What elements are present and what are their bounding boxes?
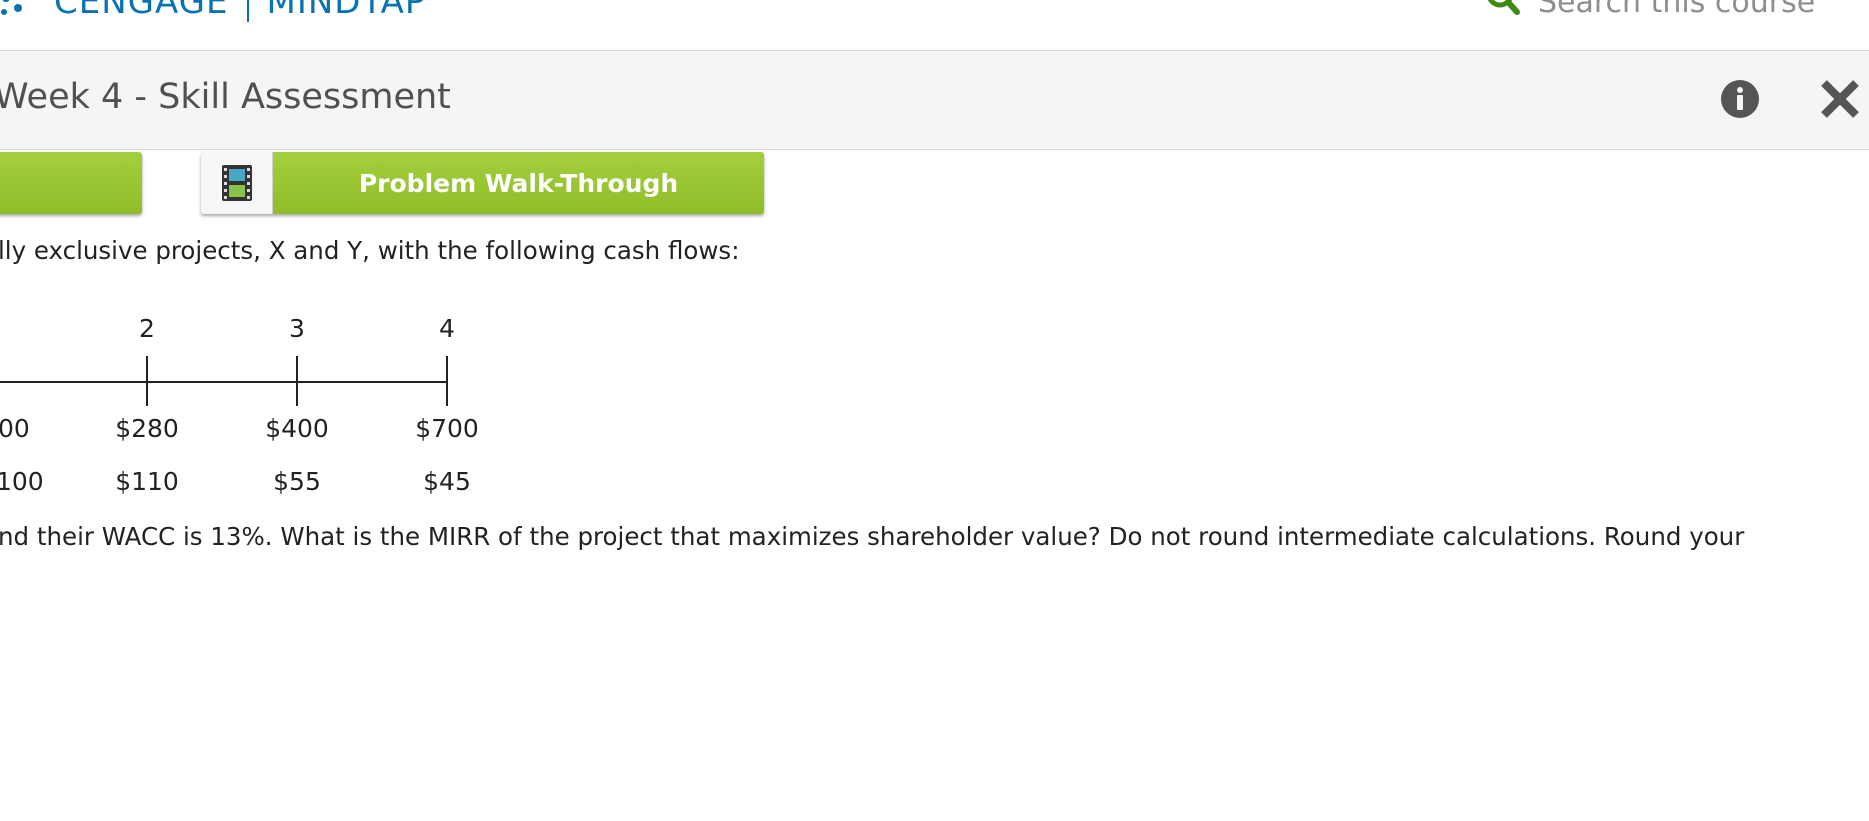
brand-divider xyxy=(246,0,249,22)
timeline-axis xyxy=(0,381,447,383)
project-x-cash-flow: $400 xyxy=(265,414,329,443)
timeline-tick xyxy=(296,356,298,406)
info-icon[interactable] xyxy=(1720,79,1760,119)
project-y-cash-flow: $55 xyxy=(273,467,321,496)
left-action-button[interactable] xyxy=(0,152,142,214)
page-title: Week 4 - Skill Assessment xyxy=(0,77,451,117)
project-y-cash-flow: 100 xyxy=(0,467,44,496)
period-label: 3 xyxy=(289,314,305,343)
project-x-cash-flow: $280 xyxy=(115,414,179,443)
top-header: CENGAGE MINDTAP xyxy=(0,0,1869,51)
cash-flow-timeline: 2 3 4 00 $280 $400 $700 100 $110 $55 $45 xyxy=(0,310,520,500)
brand[interactable]: CENGAGE MINDTAP xyxy=(0,0,426,22)
project-y-cash-flow: $110 xyxy=(115,467,179,496)
question-intro: lly exclusive projects, X and Y, with th… xyxy=(0,236,740,265)
project-x-cash-flow: 00 xyxy=(0,414,30,443)
walkthrough-label: Problem Walk-Through xyxy=(358,168,679,198)
project-x-cash-flow: $700 xyxy=(415,414,479,443)
page: CENGAGE MINDTAP Week 4 - Skill Assessmen… xyxy=(0,0,1869,821)
brand-name: CENGAGE xyxy=(54,0,229,22)
problem-walk-through-button[interactable]: Problem Walk-Through xyxy=(201,152,764,214)
search-input[interactable] xyxy=(1538,0,1868,22)
close-icon[interactable] xyxy=(1820,79,1860,119)
period-label: 4 xyxy=(439,314,455,343)
timeline-tick xyxy=(146,356,148,406)
timeline-tick xyxy=(446,356,448,406)
film-icon xyxy=(201,152,273,214)
title-bar: Week 4 - Skill Assessment xyxy=(0,51,1869,150)
period-label: 2 xyxy=(139,314,155,343)
cengage-logo-icon xyxy=(0,0,34,22)
project-y-cash-flow: $45 xyxy=(423,467,471,496)
question-prompt: nd their WACC is 13%. What is the MIRR o… xyxy=(0,522,1745,551)
search-icon[interactable] xyxy=(1480,0,1520,18)
brand-product: MINDTAP xyxy=(266,0,427,22)
